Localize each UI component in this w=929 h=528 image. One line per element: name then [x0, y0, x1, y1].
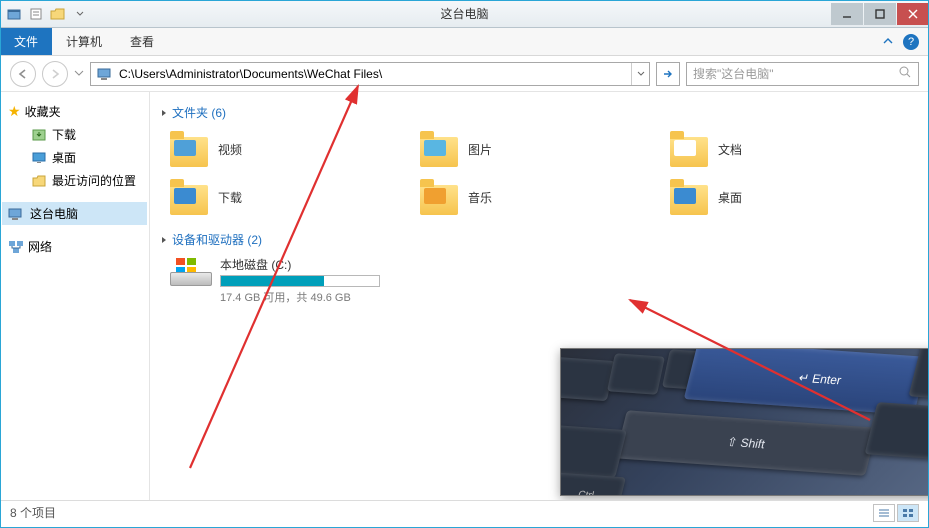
folder-item[interactable]: 视频 — [170, 129, 390, 169]
folder-label: 下载 — [218, 189, 242, 206]
search-placeholder: 搜索"这台电脑" — [693, 65, 774, 82]
folder-label: 音乐 — [468, 189, 492, 206]
this-pc-icon — [8, 207, 24, 221]
folder-item[interactable]: 图片 — [420, 129, 640, 169]
drive-icon — [170, 256, 212, 286]
window-title: 这台电脑 — [440, 5, 488, 22]
ribbon-expand-icon[interactable] — [883, 35, 893, 49]
folder-item[interactable]: 文档 — [670, 129, 890, 169]
system-menu-icon[interactable] — [4, 4, 24, 24]
drive-usage-bar — [220, 275, 380, 287]
forward-button[interactable] — [42, 61, 68, 87]
folder-label: 视频 — [218, 141, 242, 158]
minimize-button[interactable] — [831, 3, 863, 25]
qat-dropdown-icon[interactable] — [70, 4, 90, 24]
folder-item[interactable]: 下载 — [170, 177, 390, 217]
address-bar[interactable] — [90, 62, 650, 86]
network-icon — [8, 240, 24, 254]
sidebar-favorites[interactable]: ★收藏夹 — [2, 100, 147, 123]
tab-file[interactable]: 文件 — [0, 28, 52, 55]
folder-label: 图片 — [468, 141, 492, 158]
folder-icon — [670, 177, 710, 217]
section-folders-header[interactable]: 文件夹 (6) — [160, 100, 919, 125]
drive-item[interactable]: 本地磁盘 (C:) 17.4 GB 可用，共 49.6 GB — [170, 256, 400, 305]
new-folder-icon[interactable] — [48, 4, 68, 24]
folder-icon — [420, 177, 460, 217]
folder-icon — [170, 177, 210, 217]
folder-item[interactable]: 音乐 — [420, 177, 640, 217]
desktop-icon — [32, 152, 46, 164]
this-pc-icon — [95, 64, 115, 84]
folder-icon — [670, 129, 710, 169]
status-item-count: 8 个项目 — [10, 504, 56, 521]
folder-icon — [420, 129, 460, 169]
enter-key-label: Enter — [811, 371, 843, 387]
search-box[interactable]: 搜索"这台电脑" — [686, 62, 919, 86]
folder-item[interactable]: 桌面 — [670, 177, 890, 217]
drive-label: 本地磁盘 (C:) — [220, 256, 380, 273]
download-icon — [32, 128, 46, 142]
folder-icon — [170, 129, 210, 169]
section-drives-header[interactable]: 设备和驱动器 (2) — [160, 227, 919, 252]
address-dropdown-icon[interactable] — [631, 63, 649, 85]
star-icon: ★ — [8, 103, 21, 120]
sidebar-item-downloads[interactable]: 下载 — [2, 123, 147, 146]
go-button[interactable] — [656, 62, 680, 86]
search-icon — [898, 65, 912, 82]
properties-icon[interactable] — [26, 4, 46, 24]
folder-label: 桌面 — [718, 189, 742, 206]
address-input[interactable] — [119, 64, 631, 84]
sidebar-item-desktop[interactable]: 桌面 — [2, 146, 147, 169]
sidebar-thispc[interactable]: 这台电脑 — [2, 202, 147, 225]
sidebar-item-recent[interactable]: 最近访问的位置 — [2, 169, 147, 192]
tab-view[interactable]: 查看 — [116, 28, 168, 55]
view-icons-button[interactable] — [897, 504, 919, 522]
close-button[interactable] — [897, 3, 929, 25]
back-button[interactable] — [10, 61, 36, 87]
view-details-button[interactable] — [873, 504, 895, 522]
maximize-button[interactable] — [864, 3, 896, 25]
tab-computer[interactable]: 计算机 — [52, 28, 116, 55]
sidebar-network[interactable]: 网络 — [2, 235, 147, 258]
help-icon[interactable]: ? — [903, 34, 919, 50]
recent-locations-icon[interactable] — [74, 67, 84, 81]
keyboard-overlay: ↵ Enter ⇧ Shift Ctrl — [560, 348, 929, 496]
folder-label: 文档 — [718, 141, 742, 158]
shift-key-label: Shift — [739, 436, 767, 452]
recent-icon — [32, 174, 46, 188]
drive-free-text: 17.4 GB 可用，共 49.6 GB — [220, 289, 380, 305]
